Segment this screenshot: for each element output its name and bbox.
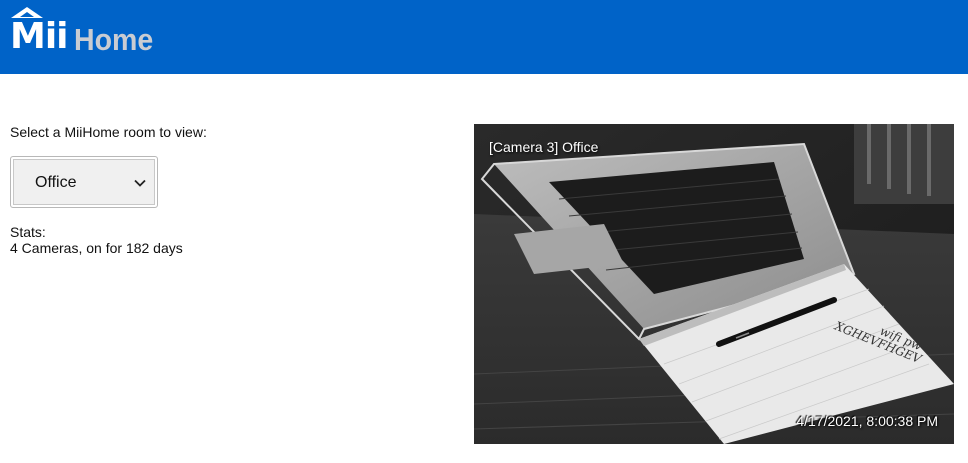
- room-select-dropdown[interactable]: Office: [10, 156, 158, 208]
- room-select-value: Office: [35, 174, 77, 191]
- camera-timestamp: 4/17/2021, 8:00:38 PM: [796, 413, 938, 429]
- camera-label: [Camera 3] Office: [489, 139, 599, 155]
- chevron-down-icon: [134, 179, 146, 187]
- miihome-logo[interactable]: Mii Home: [10, 6, 162, 58]
- camera-image: wifi pw XGHEVFHGEV: [474, 124, 954, 444]
- logo-text-mii: Mii: [10, 16, 69, 57]
- stats-title: Stats:: [10, 224, 46, 240]
- stats-value: 4 Cameras, on for 182 days: [10, 240, 183, 256]
- camera-feed[interactable]: wifi pw XGHEVFHGEV [Camera 3] Office 4/1…: [474, 124, 954, 444]
- app-header: Mii Home: [0, 0, 968, 74]
- room-select-prompt: Select a MiiHome room to view:: [10, 124, 207, 140]
- logo-text-home: Home: [74, 22, 154, 57]
